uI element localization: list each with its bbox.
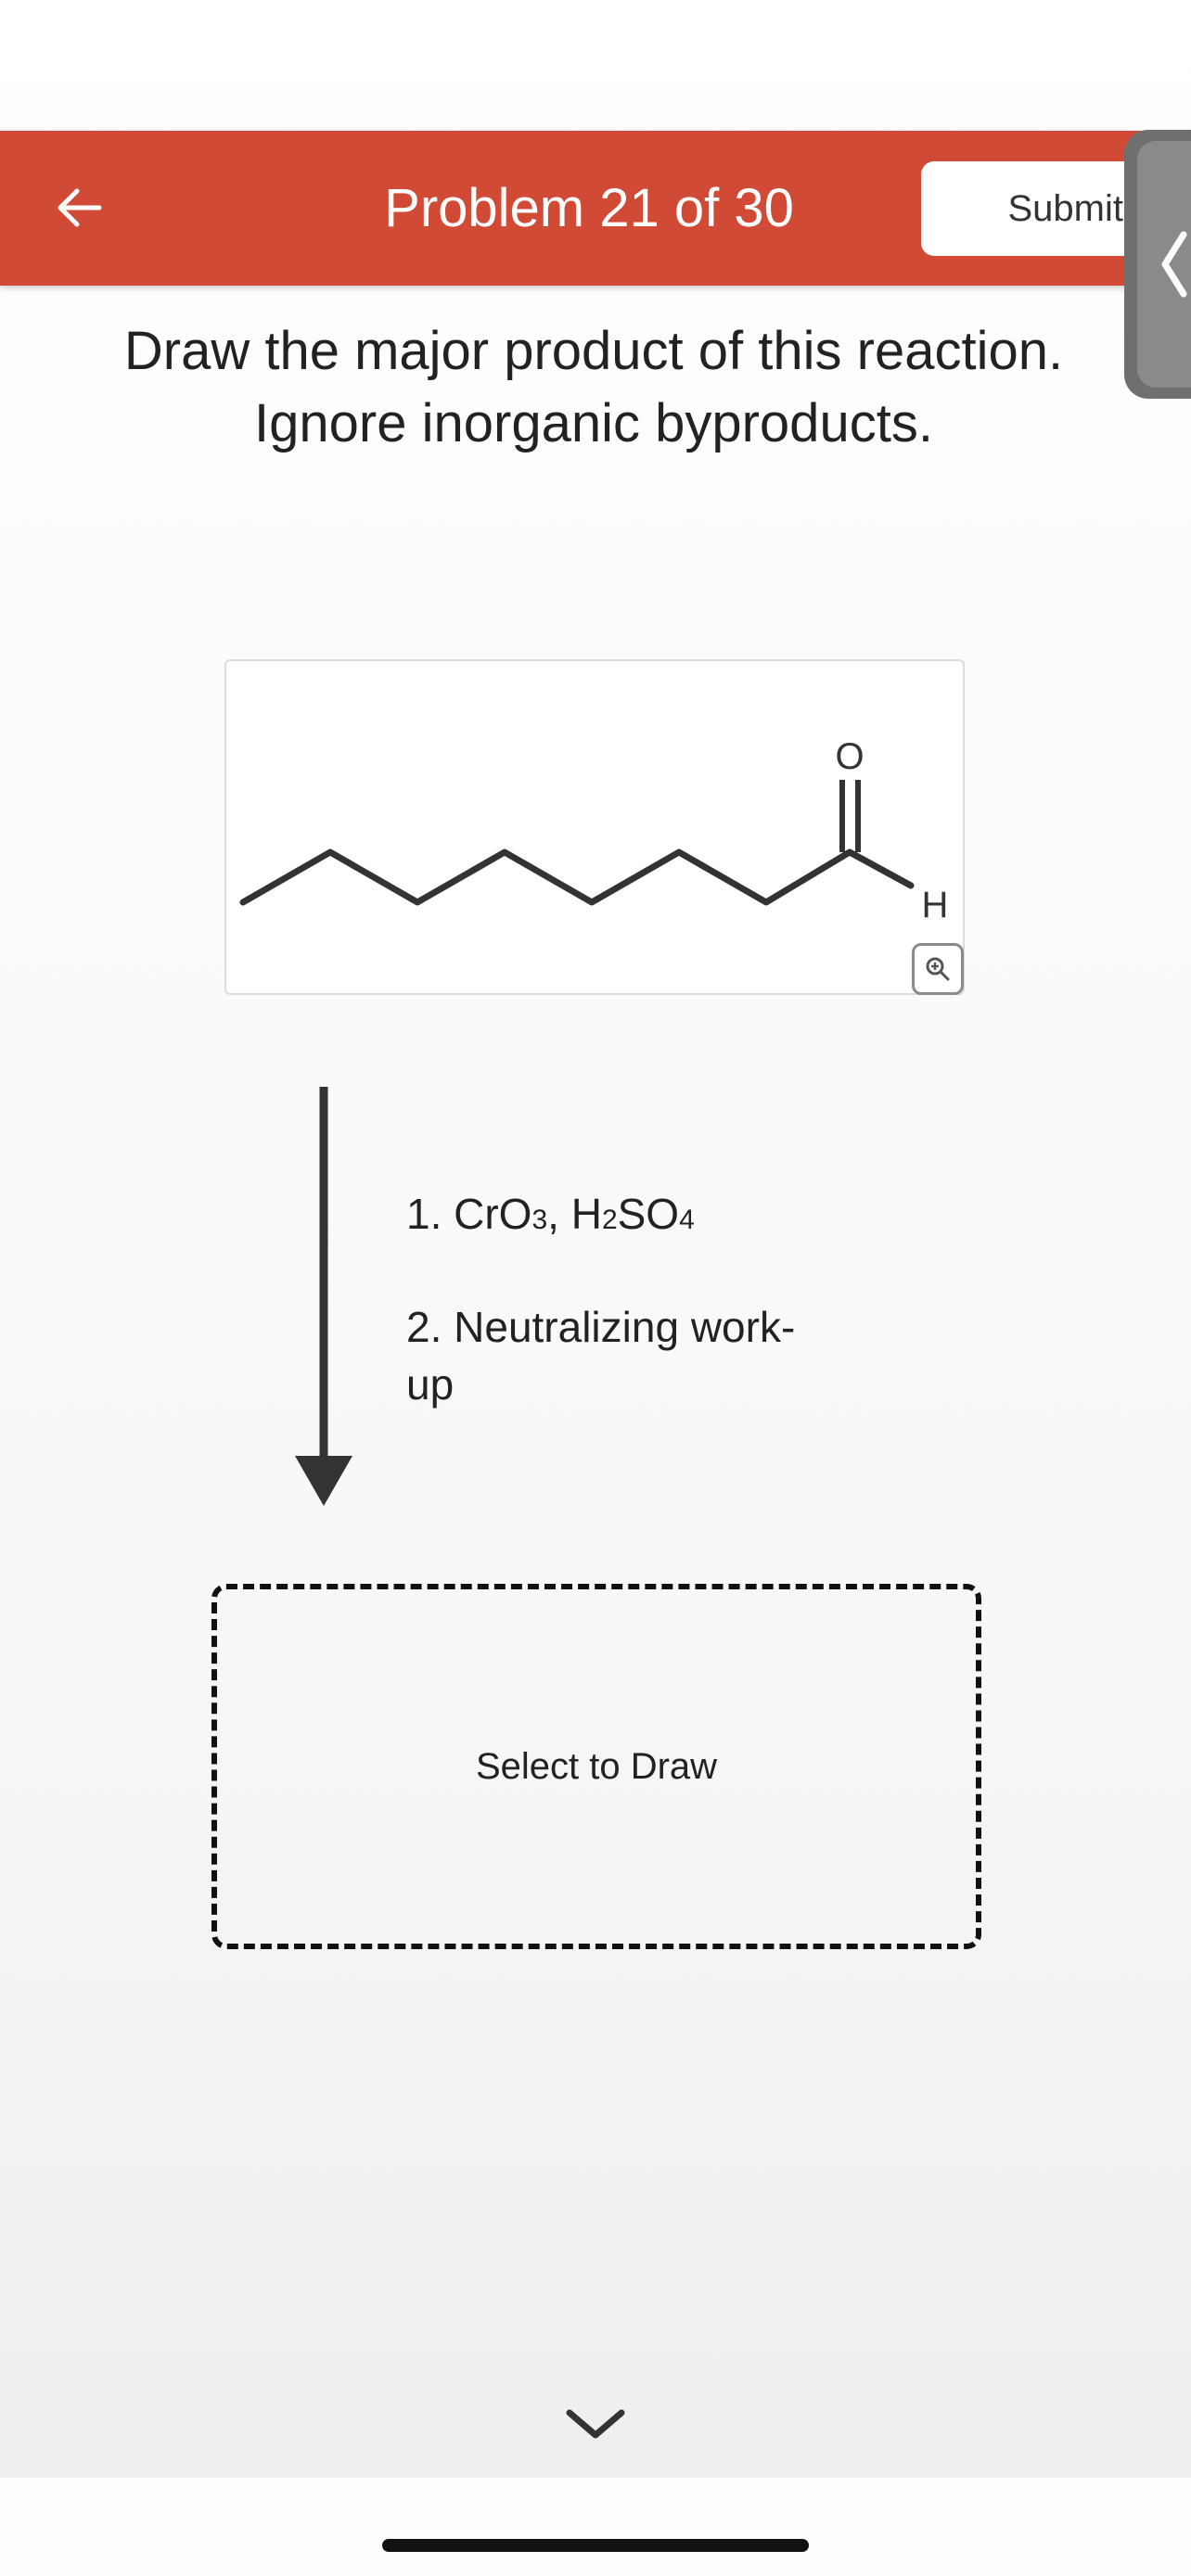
subscript: 4 — [679, 1205, 695, 1235]
reagent-text: SO — [617, 1190, 680, 1238]
zoom-button[interactable] — [912, 943, 964, 995]
reagent-text: 1. CrO — [406, 1190, 532, 1238]
select-to-draw-label: Select to Draw — [475, 1745, 718, 1787]
reagent-step-1: 1. CrO3, H2SO4 — [406, 1185, 695, 1249]
question-text: Draw the major product of this reaction.… — [56, 315, 1132, 460]
reagent-text: , H — [547, 1190, 602, 1238]
molecule-drawing: O H — [239, 736, 949, 925]
chevron-left-icon — [1161, 231, 1187, 298]
arrow-left-icon — [58, 188, 102, 227]
bottom-bar — [0, 2478, 1191, 2576]
back-button[interactable] — [46, 175, 111, 240]
subscript: 2 — [601, 1205, 618, 1235]
problem-title: Problem 21 of 30 — [384, 178, 794, 238]
home-indicator[interactable] — [382, 2539, 809, 2552]
reagent-step-2-line-2: up — [406, 1360, 455, 1409]
answer-draw-area[interactable]: Select to Draw — [211, 1584, 981, 1949]
reactant-structure: O H — [224, 659, 965, 995]
hydrogen-atom: H — [922, 885, 949, 925]
reagent-step-2: 2. Neutralizing work- up — [406, 1298, 795, 1413]
subscript: 3 — [531, 1205, 548, 1235]
header-bar: Problem 21 of 30 Submit — [0, 131, 1191, 286]
reaction-arrow — [295, 1087, 352, 1506]
oxygen-atom: O — [835, 736, 864, 777]
reagent-step-2-line-1: 2. Neutralizing work- — [406, 1303, 796, 1351]
question-line-1: Draw the major product of this reaction. — [123, 321, 1064, 381]
side-drawer-handle[interactable] — [1137, 141, 1191, 388]
question-line-2: Ignore inorganic byproducts. — [254, 393, 933, 453]
zoom-in-icon — [926, 957, 950, 981]
chevron-down-icon[interactable] — [562, 2404, 629, 2444]
